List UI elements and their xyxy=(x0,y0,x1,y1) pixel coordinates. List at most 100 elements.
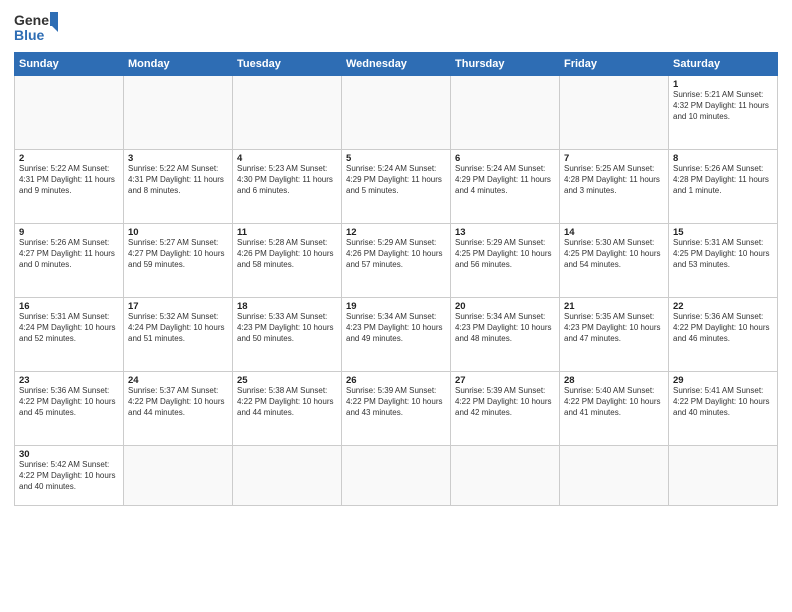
day-info: Sunrise: 5:38 AM Sunset: 4:22 PM Dayligh… xyxy=(237,386,337,418)
day-cell: 19Sunrise: 5:34 AM Sunset: 4:23 PM Dayli… xyxy=(342,298,451,372)
day-info: Sunrise: 5:39 AM Sunset: 4:22 PM Dayligh… xyxy=(455,386,555,418)
day-info: Sunrise: 5:31 AM Sunset: 4:25 PM Dayligh… xyxy=(673,238,773,270)
day-number: 27 xyxy=(455,375,555,386)
day-cell: 24Sunrise: 5:37 AM Sunset: 4:22 PM Dayli… xyxy=(124,372,233,446)
day-number: 15 xyxy=(673,227,773,238)
day-cell: 25Sunrise: 5:38 AM Sunset: 4:22 PM Dayli… xyxy=(233,372,342,446)
day-cell: 27Sunrise: 5:39 AM Sunset: 4:22 PM Dayli… xyxy=(451,372,560,446)
day-number: 14 xyxy=(564,227,664,238)
day-info: Sunrise: 5:36 AM Sunset: 4:22 PM Dayligh… xyxy=(19,386,119,418)
day-cell: 16Sunrise: 5:31 AM Sunset: 4:24 PM Dayli… xyxy=(15,298,124,372)
day-info: Sunrise: 5:29 AM Sunset: 4:26 PM Dayligh… xyxy=(346,238,446,270)
day-cell: 12Sunrise: 5:29 AM Sunset: 4:26 PM Dayli… xyxy=(342,224,451,298)
day-info: Sunrise: 5:26 AM Sunset: 4:28 PM Dayligh… xyxy=(673,164,773,196)
day-info: Sunrise: 5:40 AM Sunset: 4:22 PM Dayligh… xyxy=(564,386,664,418)
day-cell xyxy=(560,446,669,506)
day-cell: 13Sunrise: 5:29 AM Sunset: 4:25 PM Dayli… xyxy=(451,224,560,298)
day-cell: 7Sunrise: 5:25 AM Sunset: 4:28 PM Daylig… xyxy=(560,150,669,224)
day-cell xyxy=(233,76,342,150)
day-cell: 30Sunrise: 5:42 AM Sunset: 4:22 PM Dayli… xyxy=(15,446,124,506)
day-cell xyxy=(124,76,233,150)
day-number: 2 xyxy=(19,153,119,164)
day-cell: 9Sunrise: 5:26 AM Sunset: 4:27 PM Daylig… xyxy=(15,224,124,298)
day-info: Sunrise: 5:36 AM Sunset: 4:22 PM Dayligh… xyxy=(673,312,773,344)
day-cell: 4Sunrise: 5:23 AM Sunset: 4:30 PM Daylig… xyxy=(233,150,342,224)
week-row-5: 23Sunrise: 5:36 AM Sunset: 4:22 PM Dayli… xyxy=(15,372,778,446)
day-number: 8 xyxy=(673,153,773,164)
day-info: Sunrise: 5:41 AM Sunset: 4:22 PM Dayligh… xyxy=(673,386,773,418)
day-number: 21 xyxy=(564,301,664,312)
day-number: 19 xyxy=(346,301,446,312)
day-cell: 14Sunrise: 5:30 AM Sunset: 4:25 PM Dayli… xyxy=(560,224,669,298)
day-number: 16 xyxy=(19,301,119,312)
page-header: General Blue xyxy=(14,10,778,46)
day-cell: 26Sunrise: 5:39 AM Sunset: 4:22 PM Dayli… xyxy=(342,372,451,446)
day-number: 10 xyxy=(128,227,228,238)
calendar-table: SundayMondayTuesdayWednesdayThursdayFrid… xyxy=(14,52,778,506)
day-info: Sunrise: 5:32 AM Sunset: 4:24 PM Dayligh… xyxy=(128,312,228,344)
day-number: 23 xyxy=(19,375,119,386)
day-cell: 28Sunrise: 5:40 AM Sunset: 4:22 PM Dayli… xyxy=(560,372,669,446)
day-number: 22 xyxy=(673,301,773,312)
day-info: Sunrise: 5:22 AM Sunset: 4:31 PM Dayligh… xyxy=(19,164,119,196)
day-cell: 8Sunrise: 5:26 AM Sunset: 4:28 PM Daylig… xyxy=(669,150,778,224)
day-number: 25 xyxy=(237,375,337,386)
col-header-friday: Friday xyxy=(560,53,669,76)
day-cell: 15Sunrise: 5:31 AM Sunset: 4:25 PM Dayli… xyxy=(669,224,778,298)
svg-text:Blue: Blue xyxy=(14,27,45,43)
day-info: Sunrise: 5:31 AM Sunset: 4:24 PM Dayligh… xyxy=(19,312,119,344)
day-cell: 11Sunrise: 5:28 AM Sunset: 4:26 PM Dayli… xyxy=(233,224,342,298)
day-cell: 2Sunrise: 5:22 AM Sunset: 4:31 PM Daylig… xyxy=(15,150,124,224)
day-info: Sunrise: 5:39 AM Sunset: 4:22 PM Dayligh… xyxy=(346,386,446,418)
day-info: Sunrise: 5:29 AM Sunset: 4:25 PM Dayligh… xyxy=(455,238,555,270)
day-info: Sunrise: 5:24 AM Sunset: 4:29 PM Dayligh… xyxy=(346,164,446,196)
day-cell: 17Sunrise: 5:32 AM Sunset: 4:24 PM Dayli… xyxy=(124,298,233,372)
day-number: 11 xyxy=(237,227,337,238)
col-header-tuesday: Tuesday xyxy=(233,53,342,76)
day-number: 28 xyxy=(564,375,664,386)
logo: General Blue xyxy=(14,10,58,46)
col-header-monday: Monday xyxy=(124,53,233,76)
day-number: 26 xyxy=(346,375,446,386)
day-cell: 23Sunrise: 5:36 AM Sunset: 4:22 PM Dayli… xyxy=(15,372,124,446)
day-info: Sunrise: 5:26 AM Sunset: 4:27 PM Dayligh… xyxy=(19,238,119,270)
col-header-thursday: Thursday xyxy=(451,53,560,76)
day-info: Sunrise: 5:34 AM Sunset: 4:23 PM Dayligh… xyxy=(346,312,446,344)
day-info: Sunrise: 5:33 AM Sunset: 4:23 PM Dayligh… xyxy=(237,312,337,344)
day-cell xyxy=(124,446,233,506)
col-header-wednesday: Wednesday xyxy=(342,53,451,76)
day-info: Sunrise: 5:27 AM Sunset: 4:27 PM Dayligh… xyxy=(128,238,228,270)
day-number: 5 xyxy=(346,153,446,164)
day-cell: 10Sunrise: 5:27 AM Sunset: 4:27 PM Dayli… xyxy=(124,224,233,298)
day-number: 6 xyxy=(455,153,555,164)
day-info: Sunrise: 5:35 AM Sunset: 4:23 PM Dayligh… xyxy=(564,312,664,344)
day-info: Sunrise: 5:23 AM Sunset: 4:30 PM Dayligh… xyxy=(237,164,337,196)
day-info: Sunrise: 5:25 AM Sunset: 4:28 PM Dayligh… xyxy=(564,164,664,196)
day-cell: 29Sunrise: 5:41 AM Sunset: 4:22 PM Dayli… xyxy=(669,372,778,446)
day-cell xyxy=(342,76,451,150)
day-cell: 18Sunrise: 5:33 AM Sunset: 4:23 PM Dayli… xyxy=(233,298,342,372)
day-cell: 20Sunrise: 5:34 AM Sunset: 4:23 PM Dayli… xyxy=(451,298,560,372)
day-number: 17 xyxy=(128,301,228,312)
day-cell: 6Sunrise: 5:24 AM Sunset: 4:29 PM Daylig… xyxy=(451,150,560,224)
day-cell: 22Sunrise: 5:36 AM Sunset: 4:22 PM Dayli… xyxy=(669,298,778,372)
day-number: 12 xyxy=(346,227,446,238)
week-row-4: 16Sunrise: 5:31 AM Sunset: 4:24 PM Dayli… xyxy=(15,298,778,372)
day-cell xyxy=(451,76,560,150)
day-number: 20 xyxy=(455,301,555,312)
day-info: Sunrise: 5:34 AM Sunset: 4:23 PM Dayligh… xyxy=(455,312,555,344)
day-cell: 1Sunrise: 5:21 AM Sunset: 4:32 PM Daylig… xyxy=(669,76,778,150)
col-header-sunday: Sunday xyxy=(15,53,124,76)
day-info: Sunrise: 5:42 AM Sunset: 4:22 PM Dayligh… xyxy=(19,460,119,492)
day-number: 7 xyxy=(564,153,664,164)
day-cell xyxy=(15,76,124,150)
col-header-saturday: Saturday xyxy=(669,53,778,76)
logo-svg: General Blue xyxy=(14,10,58,46)
day-number: 24 xyxy=(128,375,228,386)
day-cell xyxy=(342,446,451,506)
day-info: Sunrise: 5:30 AM Sunset: 4:25 PM Dayligh… xyxy=(564,238,664,270)
day-number: 3 xyxy=(128,153,228,164)
week-row-1: 1Sunrise: 5:21 AM Sunset: 4:32 PM Daylig… xyxy=(15,76,778,150)
day-number: 18 xyxy=(237,301,337,312)
day-info: Sunrise: 5:21 AM Sunset: 4:32 PM Dayligh… xyxy=(673,90,773,122)
